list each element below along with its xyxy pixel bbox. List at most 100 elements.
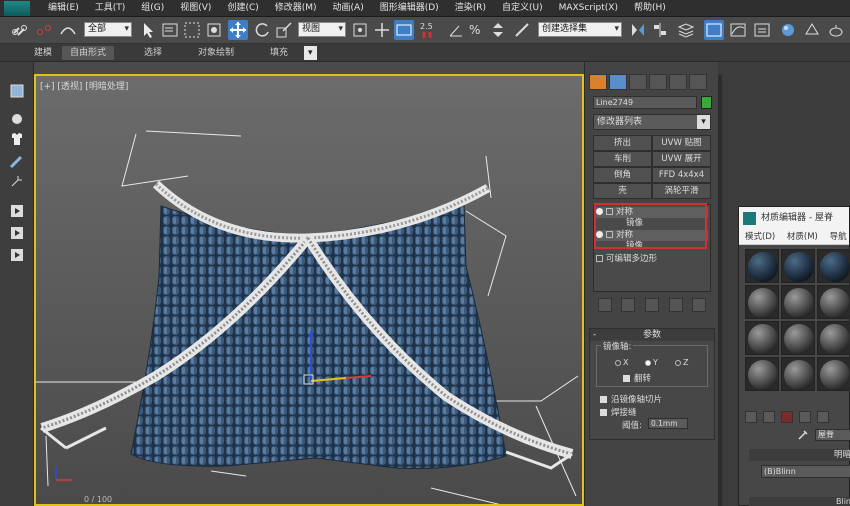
material-slot[interactable] bbox=[817, 357, 850, 391]
get-material-icon[interactable] bbox=[745, 411, 757, 423]
display-tab-icon[interactable] bbox=[669, 74, 687, 90]
app-logo-icon[interactable] bbox=[4, 1, 30, 16]
select-rotate-icon[interactable] bbox=[252, 20, 272, 40]
flip-checkbox[interactable]: 翻转 bbox=[623, 372, 651, 384]
menu-create[interactable]: 创建(C) bbox=[219, 2, 266, 15]
menu-tools[interactable]: 工具(T) bbox=[87, 2, 134, 15]
material-slot[interactable] bbox=[781, 321, 815, 355]
hierarchy-tab-icon[interactable] bbox=[629, 74, 647, 90]
weld-checkbox[interactable]: 焊接缝 bbox=[600, 406, 637, 418]
material-slot[interactable] bbox=[745, 285, 779, 319]
menu-modes[interactable]: 模式(D) bbox=[745, 232, 775, 242]
put-library-icon[interactable] bbox=[817, 411, 829, 423]
create-tab-icon[interactable] bbox=[589, 74, 607, 90]
window-crossing-icon[interactable] bbox=[204, 20, 224, 40]
viewport-label[interactable]: [+] [透视] [明暗处理] bbox=[40, 79, 128, 92]
menu-material[interactable]: 材质(M) bbox=[787, 232, 818, 242]
menu-help[interactable]: 帮助(H) bbox=[626, 2, 674, 15]
modify-tab-icon[interactable] bbox=[609, 74, 627, 90]
perspective-viewport[interactable]: [+] [透视] [明暗处理] 0 / 100 bbox=[34, 74, 584, 506]
tab-freeform[interactable]: 自由形式 bbox=[62, 46, 115, 60]
percent-snap-icon[interactable]: % bbox=[466, 20, 486, 40]
angle-snap-icon[interactable] bbox=[446, 20, 466, 40]
bevel-button[interactable]: 倒角 bbox=[593, 167, 652, 183]
menu-modifiers[interactable]: 修改器(M) bbox=[267, 2, 325, 15]
make-unique-icon[interactable] bbox=[799, 411, 811, 423]
playback-end-icon[interactable] bbox=[8, 246, 26, 264]
turbosmooth-button[interactable]: 涡轮平滑 bbox=[652, 183, 711, 199]
slice-checkbox[interactable]: 沿镜像轴切片 bbox=[600, 393, 662, 405]
menu-maxscript[interactable]: MAXScript(X) bbox=[551, 2, 626, 15]
material-editor-titlebar[interactable]: 材质编辑器 - 屋脊 bbox=[739, 207, 849, 229]
material-slot[interactable] bbox=[781, 357, 815, 391]
unwrap-uvw-button[interactable]: UVW 展开 bbox=[652, 151, 711, 167]
playback-next-icon[interactable] bbox=[8, 224, 26, 242]
shader-rollout-header[interactable]: 明暗 bbox=[749, 449, 850, 461]
menu-graph-editors[interactable]: 图形编辑器(D) bbox=[372, 2, 447, 15]
paint-select-icon[interactable] bbox=[8, 172, 26, 190]
menu-animation[interactable]: 动画(A) bbox=[325, 2, 372, 15]
ref-coord-dropdown[interactable]: 视图 ▾ bbox=[298, 22, 346, 37]
menu-group[interactable]: 组(G) bbox=[133, 2, 172, 15]
material-slot[interactable] bbox=[745, 249, 779, 283]
named-selection-dropdown[interactable]: 创建选择集 ▾ bbox=[538, 22, 622, 37]
container-icon[interactable] bbox=[8, 82, 26, 100]
material-slot[interactable] bbox=[781, 285, 815, 319]
material-slot[interactable] bbox=[817, 249, 850, 283]
region-select-icon[interactable] bbox=[182, 20, 202, 40]
menu-customize[interactable]: 自定义(U) bbox=[494, 2, 551, 15]
align-icon[interactable] bbox=[650, 20, 670, 40]
material-name-field[interactable]: 屋脊 bbox=[815, 429, 850, 441]
menu-views[interactable]: 视图(V) bbox=[172, 2, 219, 15]
pin-stack-icon[interactable] bbox=[597, 298, 612, 312]
tab-populate[interactable]: 填充 bbox=[262, 46, 296, 60]
unlink-icon[interactable] bbox=[34, 20, 54, 40]
select-manipulate-icon[interactable] bbox=[372, 20, 392, 40]
tab-modeling[interactable]: 建模 bbox=[26, 46, 60, 60]
pivot-center-icon[interactable] bbox=[350, 20, 370, 40]
render-setup-icon[interactable] bbox=[802, 20, 822, 40]
ribbon-options-button[interactable]: ▾ bbox=[304, 46, 317, 60]
schematic-view-icon[interactable] bbox=[752, 20, 772, 40]
object-name-field[interactable]: Line2749 bbox=[593, 96, 697, 109]
blinn-rollout-header[interactable]: Blin bbox=[749, 497, 850, 506]
material-slot[interactable] bbox=[817, 321, 850, 355]
mirror-icon[interactable] bbox=[628, 20, 648, 40]
configure-sets-icon[interactable] bbox=[692, 298, 707, 312]
shader-dropdown[interactable]: (B)Blinn bbox=[761, 465, 850, 478]
material-slot[interactable] bbox=[745, 321, 779, 355]
axis-z-radio[interactable]: Z bbox=[675, 358, 688, 367]
render-teapot-icon[interactable] bbox=[826, 20, 846, 40]
eyedropper-icon[interactable] bbox=[797, 429, 809, 441]
stack-item-editable-poly[interactable]: 可编辑多边形 bbox=[596, 254, 708, 265]
extrude-button[interactable]: 挤出 bbox=[593, 135, 652, 151]
threshold-spinner[interactable]: 0.1mm bbox=[648, 418, 688, 429]
curve-editor-icon[interactable] bbox=[728, 20, 748, 40]
assign-material-icon[interactable] bbox=[763, 411, 775, 423]
edit-named-selection-icon[interactable] bbox=[512, 20, 532, 40]
tab-selection[interactable]: 选择 bbox=[136, 46, 170, 60]
tshirt-icon[interactable] bbox=[8, 130, 26, 148]
selection-filter-dropdown[interactable]: 全部 ▾ bbox=[84, 22, 132, 37]
spinner-snap-icon[interactable] bbox=[488, 20, 508, 40]
axis-y-radio[interactable]: Y bbox=[645, 358, 658, 367]
make-unique-icon[interactable] bbox=[644, 298, 659, 312]
bind-spacewarp-icon[interactable] bbox=[58, 20, 78, 40]
material-slot[interactable] bbox=[781, 249, 815, 283]
tab-object-paint[interactable]: 对象绘制 bbox=[190, 46, 242, 60]
select-move-icon[interactable] bbox=[228, 20, 248, 40]
modifier-list-dropdown[interactable]: 修改器列表 ▾ bbox=[593, 114, 711, 130]
motion-tab-icon[interactable] bbox=[649, 74, 667, 90]
keyboard-shortcut-icon[interactable] bbox=[394, 20, 414, 40]
object-color-swatch[interactable] bbox=[701, 96, 712, 109]
expand-icon[interactable] bbox=[596, 255, 603, 262]
uvw-map-button[interactable]: UVW 贴图 bbox=[652, 135, 711, 151]
scene-explorer-icon[interactable] bbox=[704, 20, 724, 40]
lathe-button[interactable]: 车削 bbox=[593, 151, 652, 167]
select-by-name-icon[interactable] bbox=[160, 20, 180, 40]
link-icon[interactable] bbox=[10, 20, 30, 40]
select-scale-icon[interactable] bbox=[274, 20, 294, 40]
sphere-icon[interactable] bbox=[8, 110, 26, 128]
ffd-button[interactable]: FFD 4x4x4 bbox=[652, 167, 711, 183]
material-slot[interactable] bbox=[745, 357, 779, 391]
